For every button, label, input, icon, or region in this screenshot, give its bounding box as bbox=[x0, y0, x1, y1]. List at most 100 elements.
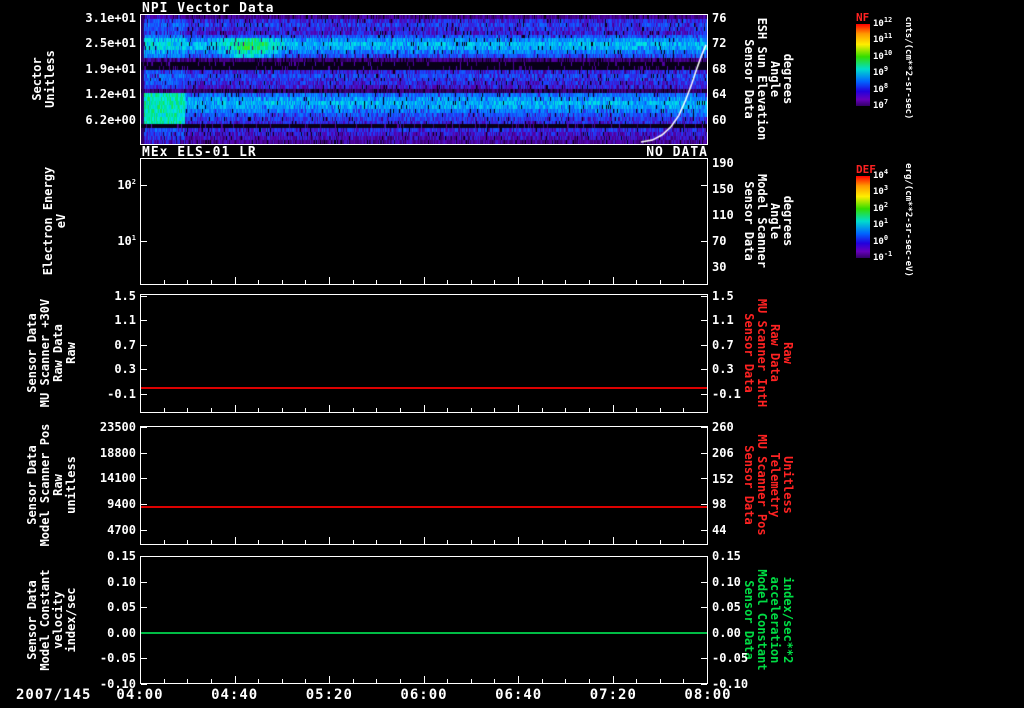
y-tickmark bbox=[701, 504, 707, 505]
y-tickmark bbox=[141, 478, 147, 479]
x-tickmark-minor bbox=[211, 280, 212, 284]
y2-tick-label: 44 bbox=[712, 523, 786, 537]
y-tick-label: 2.5e+01 bbox=[62, 36, 136, 50]
x-tickmark-minor bbox=[353, 280, 354, 284]
colorbar-tick-label: 101 bbox=[873, 220, 888, 230]
time-tick-label: 07:20 bbox=[590, 687, 637, 703]
x-tickmark-major bbox=[707, 277, 708, 284]
y2-tick-label: 30 bbox=[712, 260, 786, 274]
y2-tick-label: 0.10 bbox=[712, 575, 786, 589]
x-tickmark-major bbox=[613, 405, 614, 412]
x-tickmark-major bbox=[140, 676, 141, 683]
x-tickmark-major bbox=[613, 676, 614, 683]
y-tick-label: 0.7 bbox=[62, 338, 136, 352]
science-plot-page: NPI Vector Data MEx ELS-01 LR NO DATA Se… bbox=[0, 0, 1024, 708]
y-tickmark bbox=[141, 394, 147, 395]
x-tickmark-minor bbox=[164, 679, 165, 683]
y-tickmark bbox=[701, 658, 707, 659]
y-tick-label: 3.1e+01 bbox=[62, 11, 136, 25]
y-tickmark bbox=[701, 607, 707, 608]
y-tickmark bbox=[701, 320, 707, 321]
y2-tick-label: 0.05 bbox=[712, 600, 786, 614]
colorbar-tick-label: 104 bbox=[873, 171, 888, 181]
y2-tick-label: 0.3 bbox=[712, 362, 786, 376]
y-tickmark bbox=[701, 369, 707, 370]
y2-tick-label: 206 bbox=[712, 446, 786, 460]
y-tick-label: 0.00 bbox=[62, 626, 136, 640]
x-tickmark-minor bbox=[258, 679, 259, 683]
y2-tick-label: 98 bbox=[712, 497, 786, 511]
colorbar-nf-gradient bbox=[856, 24, 870, 106]
x-tickmark-minor bbox=[187, 408, 188, 412]
y-tick-label: 101 bbox=[62, 234, 136, 248]
y-tickmark bbox=[141, 658, 147, 659]
x-tickmark-minor bbox=[636, 280, 637, 284]
x-tickmark-minor bbox=[447, 408, 448, 412]
x-tickmark-minor bbox=[282, 408, 283, 412]
x-tickmark-major bbox=[329, 405, 330, 412]
y2-tick-label: 150 bbox=[712, 182, 786, 196]
y2-tick-label: 72 bbox=[712, 36, 786, 50]
y-tick-label: 6.2e+00 bbox=[62, 113, 136, 127]
y2-tick-label: 64 bbox=[712, 87, 786, 101]
x-tickmark-minor bbox=[660, 280, 661, 284]
x-tickmark-minor bbox=[353, 408, 354, 412]
y2-tick-label: -0.05 bbox=[712, 651, 786, 665]
x-tickmark-major bbox=[140, 537, 141, 544]
y-tick-label: 1.9e+01 bbox=[62, 62, 136, 76]
y-tickmark bbox=[701, 478, 707, 479]
x-tickmark-major bbox=[235, 405, 236, 412]
x-tickmark-minor bbox=[258, 540, 259, 544]
colorbar-tick-label: 103 bbox=[873, 187, 888, 197]
x-tickmark-major bbox=[140, 405, 141, 412]
x-tickmark-minor bbox=[494, 540, 495, 544]
y-tick-label: -0.05 bbox=[62, 651, 136, 665]
x-tickmark-minor bbox=[305, 679, 306, 683]
colorbar-tick-label: 108 bbox=[873, 85, 888, 95]
x-tickmark-minor bbox=[494, 280, 495, 284]
y-tick-label: 0.10 bbox=[62, 575, 136, 589]
colorbar-nf-title: NF bbox=[856, 11, 869, 24]
colorbar-tick-label: 100 bbox=[873, 237, 888, 247]
y-tick-label: -0.1 bbox=[62, 387, 136, 401]
y-tick-label: 1.5 bbox=[62, 289, 136, 303]
y-tick-label: 18800 bbox=[62, 446, 136, 460]
x-tickmark-minor bbox=[542, 280, 543, 284]
y-tick-label: 0.3 bbox=[62, 362, 136, 376]
y-tickmark bbox=[701, 394, 707, 395]
x-tickmark-minor bbox=[376, 540, 377, 544]
y-tickmark bbox=[141, 320, 147, 321]
x-tickmark-minor bbox=[660, 408, 661, 412]
x-tickmark-minor bbox=[565, 679, 566, 683]
y-tick-label: 23500 bbox=[62, 420, 136, 434]
colorbar-def-units: erg/(cm**2-sr-sec-eV) bbox=[903, 163, 913, 277]
colorbar-def-gradient bbox=[856, 176, 870, 258]
time-tick-label: 04:00 bbox=[116, 687, 163, 703]
x-tickmark-major bbox=[329, 676, 330, 683]
y-tickmark bbox=[141, 185, 147, 186]
y-tickmark bbox=[701, 427, 707, 428]
x-tickmark-minor bbox=[471, 280, 472, 284]
x-tickmark-minor bbox=[211, 679, 212, 683]
time-tick-label: 06:40 bbox=[495, 687, 542, 703]
x-tickmark-minor bbox=[164, 540, 165, 544]
x-tickmark-major bbox=[424, 405, 425, 412]
y-tickmark bbox=[141, 530, 147, 531]
time-tick-label: 06:00 bbox=[400, 687, 447, 703]
x-tickmark-major bbox=[707, 676, 708, 683]
x-tickmark-minor bbox=[683, 408, 684, 412]
x-tickmark-minor bbox=[258, 280, 259, 284]
x-tickmark-minor bbox=[542, 679, 543, 683]
x-tickmark-minor bbox=[164, 408, 165, 412]
x-tickmark-minor bbox=[447, 679, 448, 683]
x-tickmark-minor bbox=[494, 408, 495, 412]
y-tickmark bbox=[701, 684, 707, 685]
y2-tick-label: 76 bbox=[712, 11, 786, 25]
time-tick-label: 04:40 bbox=[211, 687, 258, 703]
x-tickmark-minor bbox=[565, 540, 566, 544]
npi-spectrogram-canvas bbox=[141, 15, 707, 144]
x-tickmark-minor bbox=[447, 280, 448, 284]
x-tickmark-minor bbox=[211, 540, 212, 544]
x-tickmark-major bbox=[707, 137, 708, 144]
colorbar-tick-label: 107 bbox=[873, 101, 888, 111]
